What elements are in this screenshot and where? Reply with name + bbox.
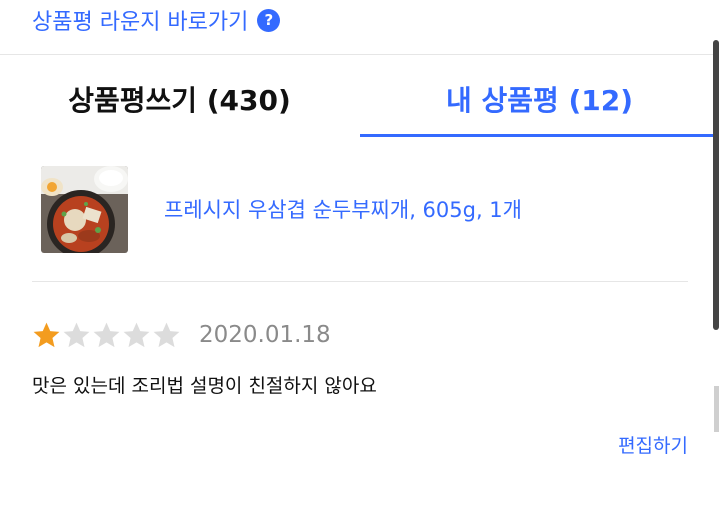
- active-tab-indicator: [360, 134, 719, 137]
- star-empty-icon: [153, 322, 180, 348]
- star-rating: [31, 320, 181, 351]
- top-divider: [0, 54, 719, 55]
- help-icon[interactable]: ?: [257, 8, 281, 32]
- scrollbar-track: [714, 386, 719, 432]
- tab-my-reviews-label: 내 상품평 (12): [445, 84, 634, 117]
- review-text: 맛은 있는데 조리법 설명이 친절하지 않아요: [32, 375, 377, 397]
- tab-write-review[interactable]: 상품평쓰기 (430): [0, 62, 359, 136]
- product-photo: [41, 166, 128, 253]
- tab-write-review-label: 상품평쓰기 (430): [68, 84, 291, 117]
- star-empty-icon: [63, 322, 90, 348]
- scrollbar-thumb[interactable]: [713, 40, 719, 330]
- product-divider: [32, 281, 688, 282]
- review-page: 상품평 라운지 바로가기 ? 상품평쓰기 (430) 내 상품평 (12) 프레…: [0, 0, 719, 507]
- edit-review-button[interactable]: 편집하기: [618, 431, 688, 458]
- product-image[interactable]: [41, 166, 128, 253]
- star-filled-icon: [33, 322, 60, 348]
- review-lounge-link[interactable]: 상품평 라운지 바로가기 ?: [32, 4, 281, 36]
- review-date: 2020.01.18: [199, 322, 331, 348]
- star-empty-icon: [93, 322, 120, 348]
- tab-my-reviews[interactable]: 내 상품평 (12): [360, 62, 719, 136]
- star-empty-icon: [123, 322, 150, 348]
- review-lounge-label: 상품평 라운지 바로가기: [32, 10, 249, 35]
- product-name[interactable]: 프레시지 우삼겹 순두부찌개, 605g, 1개: [164, 194, 522, 224]
